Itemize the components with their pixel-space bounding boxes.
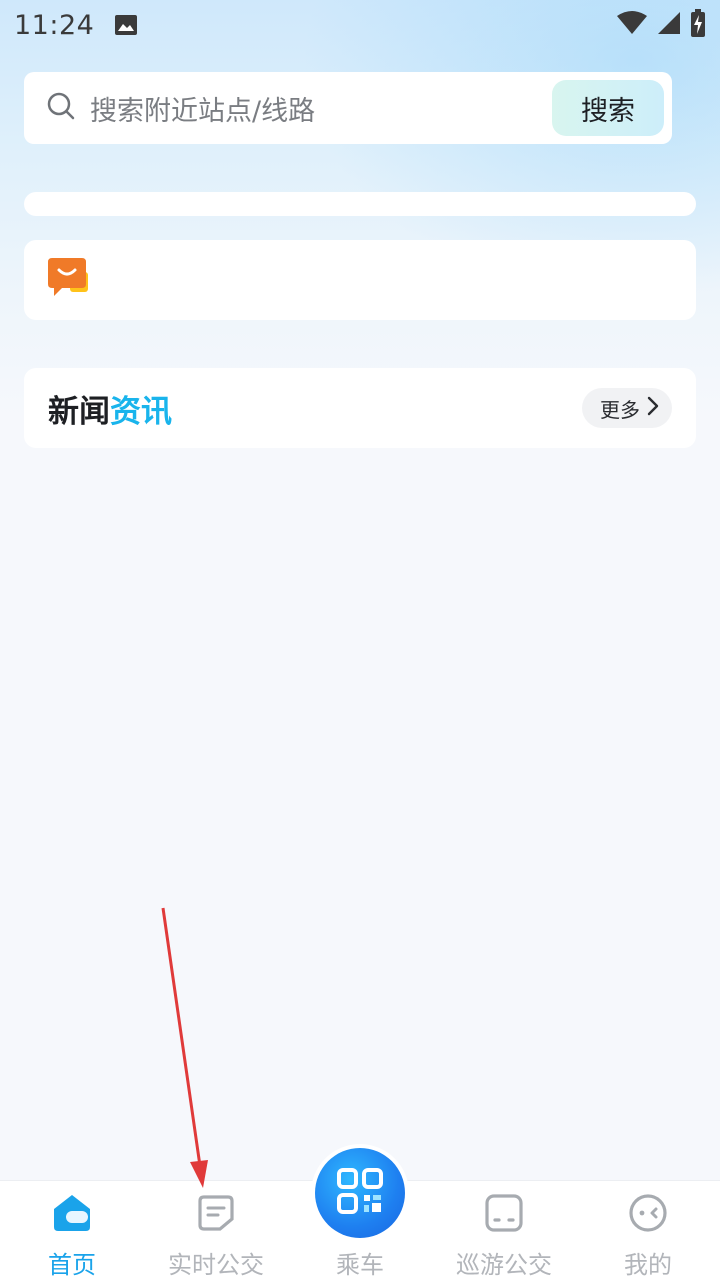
nav-item-realtime-bus[interactable]: 实时公交 (144, 1181, 288, 1280)
nav-label-tour-bus: 巡游公交 (456, 1251, 552, 1279)
battery-charging-icon (690, 9, 706, 41)
nav-label-home: 首页 (48, 1251, 96, 1279)
tour-bus-icon (484, 1193, 524, 1233)
banner-placeholder[interactable] (24, 192, 696, 216)
more-label: 更多 (600, 397, 640, 422)
message-smile-icon (48, 258, 90, 302)
status-time: 11:24 (14, 9, 95, 41)
news-more-button[interactable]: 更多 (582, 388, 672, 428)
status-indicators (616, 9, 706, 41)
news-title-accent: 资讯 (110, 393, 172, 430)
search-icon (46, 91, 76, 125)
nav-item-tour-bus[interactable]: 巡游公交 (432, 1181, 576, 1280)
nav-label-realtime-bus: 实时公交 (168, 1251, 264, 1279)
profile-icon (628, 1193, 668, 1233)
home-icon (52, 1193, 92, 1233)
search-bar[interactable]: 搜索附近站点/线路 搜索 (24, 72, 672, 144)
search-input[interactable]: 搜索附近站点/线路 (90, 89, 315, 128)
qr-code-icon (337, 1168, 383, 1218)
realtime-bus-icon (196, 1193, 236, 1233)
nav-item-home[interactable]: 首页 (0, 1181, 144, 1280)
ride-button-circle (315, 1148, 405, 1238)
news-section: 新闻资讯 更多 (24, 368, 696, 448)
news-title: 新闻资讯 (48, 386, 172, 431)
chevron-right-icon (646, 396, 660, 421)
notice-card[interactable] (24, 240, 696, 320)
nav-label-profile: 我的 (624, 1251, 672, 1279)
status-bar: 11:24 (0, 0, 720, 50)
search-button[interactable]: 搜索 (552, 80, 664, 136)
image-notification-icon (114, 14, 138, 36)
signal-icon (656, 10, 682, 40)
wifi-icon (616, 10, 648, 40)
nav-label-ride: 乘车 (336, 1251, 384, 1279)
nav-item-profile[interactable]: 我的 (576, 1181, 720, 1280)
ride-qr-button[interactable] (311, 1144, 409, 1242)
news-title-main: 新闻 (48, 393, 110, 430)
